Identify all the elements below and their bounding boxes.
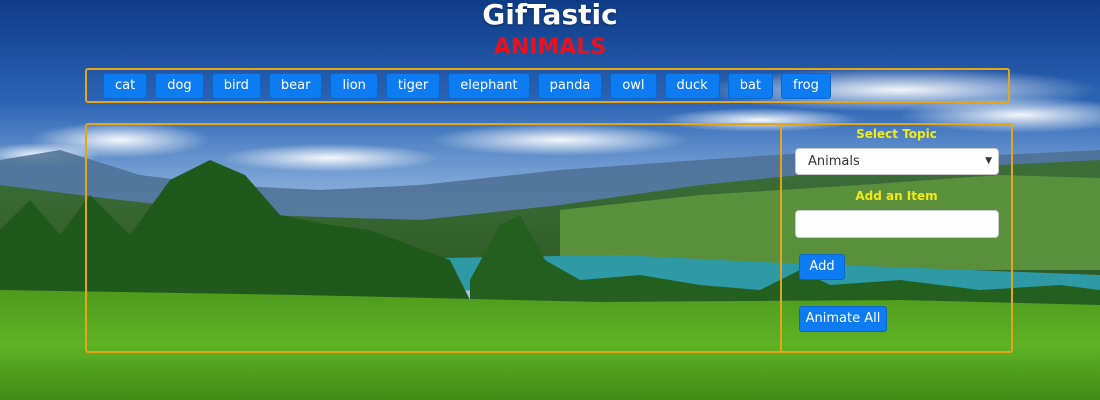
- topic-button-bear[interactable]: bear: [268, 73, 323, 99]
- select-topic-label: Select Topic: [856, 127, 937, 141]
- topic-button-panda[interactable]: panda: [537, 73, 603, 99]
- topic-button-bar: cat dog bird bear lion tiger elephant pa…: [85, 68, 1010, 103]
- topic-button-dog[interactable]: dog: [155, 73, 204, 99]
- topic-button-bat[interactable]: bat: [727, 73, 774, 99]
- category-heading: ANIMALS: [493, 35, 607, 60]
- topic-select-value: Animals: [808, 154, 860, 169]
- topic-select[interactable]: Animals ▼: [795, 148, 999, 175]
- add-item-label: Add an Item: [855, 189, 938, 203]
- gif-display-area: [85, 123, 782, 353]
- chevron-down-icon: ▼: [985, 156, 992, 166]
- topic-button-owl[interactable]: owl: [610, 73, 657, 99]
- topic-button-tiger[interactable]: tiger: [385, 73, 441, 99]
- page: GifTastic ANIMALS cat dog bird bear lion…: [0, 0, 1100, 400]
- topic-button-bird[interactable]: bird: [211, 73, 261, 99]
- topic-button-duck[interactable]: duck: [664, 73, 720, 99]
- add-item-input[interactable]: [795, 210, 999, 238]
- animate-all-button[interactable]: Animate All: [799, 306, 887, 332]
- topic-button-lion[interactable]: lion: [330, 73, 378, 99]
- page-title: GifTastic: [482, 0, 618, 31]
- topic-button-frog[interactable]: frog: [781, 73, 831, 99]
- add-button[interactable]: Add: [799, 254, 845, 280]
- side-panel: Select Topic Animals ▼ Add an Item Add A…: [780, 123, 1013, 353]
- topic-button-cat[interactable]: cat: [103, 73, 148, 99]
- topic-button-row: cat dog bird bear lion tiger elephant pa…: [103, 73, 831, 99]
- topic-button-elephant[interactable]: elephant: [448, 73, 530, 99]
